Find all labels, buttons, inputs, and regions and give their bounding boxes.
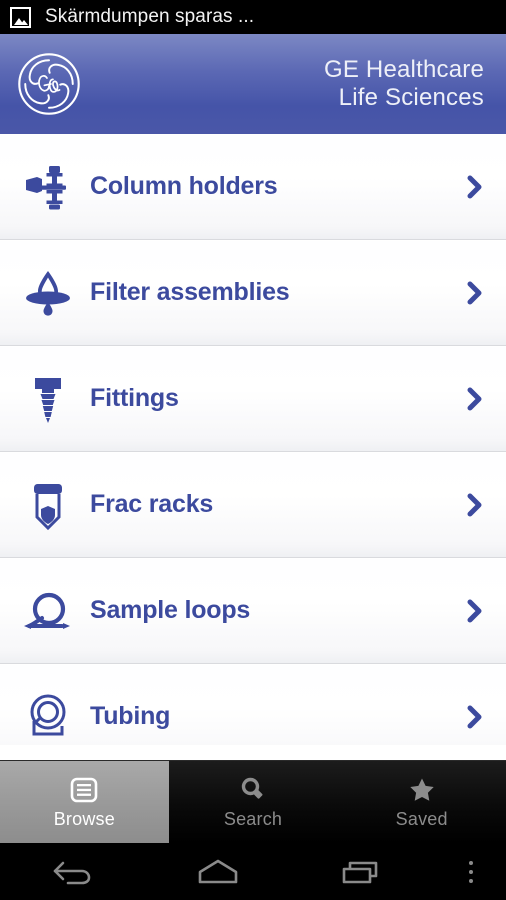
recent-apps-icon[interactable] bbox=[291, 857, 436, 887]
list-item-label: Fittings bbox=[90, 384, 179, 412]
screenshot-image-icon bbox=[10, 6, 31, 28]
back-arrow-icon[interactable] bbox=[0, 857, 145, 887]
ge-monogram-logo bbox=[18, 53, 80, 115]
brand-title: GE Healthcare Life Sciences bbox=[324, 56, 484, 112]
list-item-filter-assemblies[interactable]: Filter assemblies bbox=[0, 240, 506, 346]
android-status-bar: Skärmdumpen sparas ... bbox=[0, 0, 506, 34]
list-item-label: Column holders bbox=[90, 172, 278, 200]
list-item-sample-loops[interactable]: Sample loops bbox=[0, 558, 506, 664]
list-item-column-holders[interactable]: Column holders bbox=[0, 134, 506, 240]
chevron-right-icon[interactable] bbox=[460, 491, 490, 519]
list-item-fittings[interactable]: Fittings bbox=[0, 346, 506, 452]
chevron-right-icon[interactable] bbox=[460, 279, 490, 307]
list-item-tubing[interactable]: Tubing bbox=[0, 664, 506, 745]
brand-line-1: GE Healthcare bbox=[323, 56, 484, 83]
filter-droplet-icon bbox=[20, 264, 76, 322]
tab-label: Saved bbox=[395, 808, 448, 829]
tab-label: Browse bbox=[53, 808, 115, 829]
column-holder-icon bbox=[20, 158, 76, 216]
list-item-frac-racks[interactable]: Frac racks bbox=[0, 452, 506, 558]
sample-loop-icon bbox=[20, 582, 76, 640]
test-tube-icon bbox=[20, 476, 76, 534]
chevron-right-icon[interactable] bbox=[460, 385, 490, 413]
list-item-label: Sample loops bbox=[90, 596, 251, 624]
tab-browse[interactable]: Browse bbox=[0, 761, 169, 843]
tab-saved[interactable]: Saved bbox=[337, 761, 506, 843]
list-item-label: Tubing bbox=[90, 702, 171, 730]
star-icon bbox=[408, 775, 436, 805]
magnifier-icon bbox=[239, 775, 267, 805]
status-bar-text: Skärmdumpen sparas ... bbox=[45, 6, 255, 27]
chevron-right-icon[interactable] bbox=[460, 173, 490, 201]
brand-line-2: Life Sciences bbox=[338, 84, 484, 111]
category-list[interactable]: Column holders Filter assemblies Fitting… bbox=[0, 134, 506, 745]
tab-label: Search bbox=[223, 808, 283, 829]
bottom-tab-bar: Browse Search Saved bbox=[0, 760, 506, 843]
chevron-right-icon[interactable] bbox=[460, 597, 490, 625]
list-item-label: Frac racks bbox=[90, 490, 214, 518]
tubing-coil-icon bbox=[20, 688, 76, 746]
tab-search[interactable]: Search bbox=[169, 761, 338, 843]
brand-header: GE Healthcare Life Sciences bbox=[0, 34, 506, 134]
android-nav-bar bbox=[0, 843, 506, 900]
list-item-label: Filter assemblies bbox=[90, 278, 290, 306]
overflow-menu-icon[interactable] bbox=[436, 857, 506, 887]
home-icon[interactable] bbox=[145, 857, 290, 887]
screw-fitting-icon bbox=[20, 370, 76, 428]
chevron-right-icon[interactable] bbox=[460, 703, 490, 731]
app-screen: Skärmdumpen sparas ... GE Healthcare Lif… bbox=[0, 0, 506, 900]
list-browse-icon bbox=[70, 775, 98, 805]
